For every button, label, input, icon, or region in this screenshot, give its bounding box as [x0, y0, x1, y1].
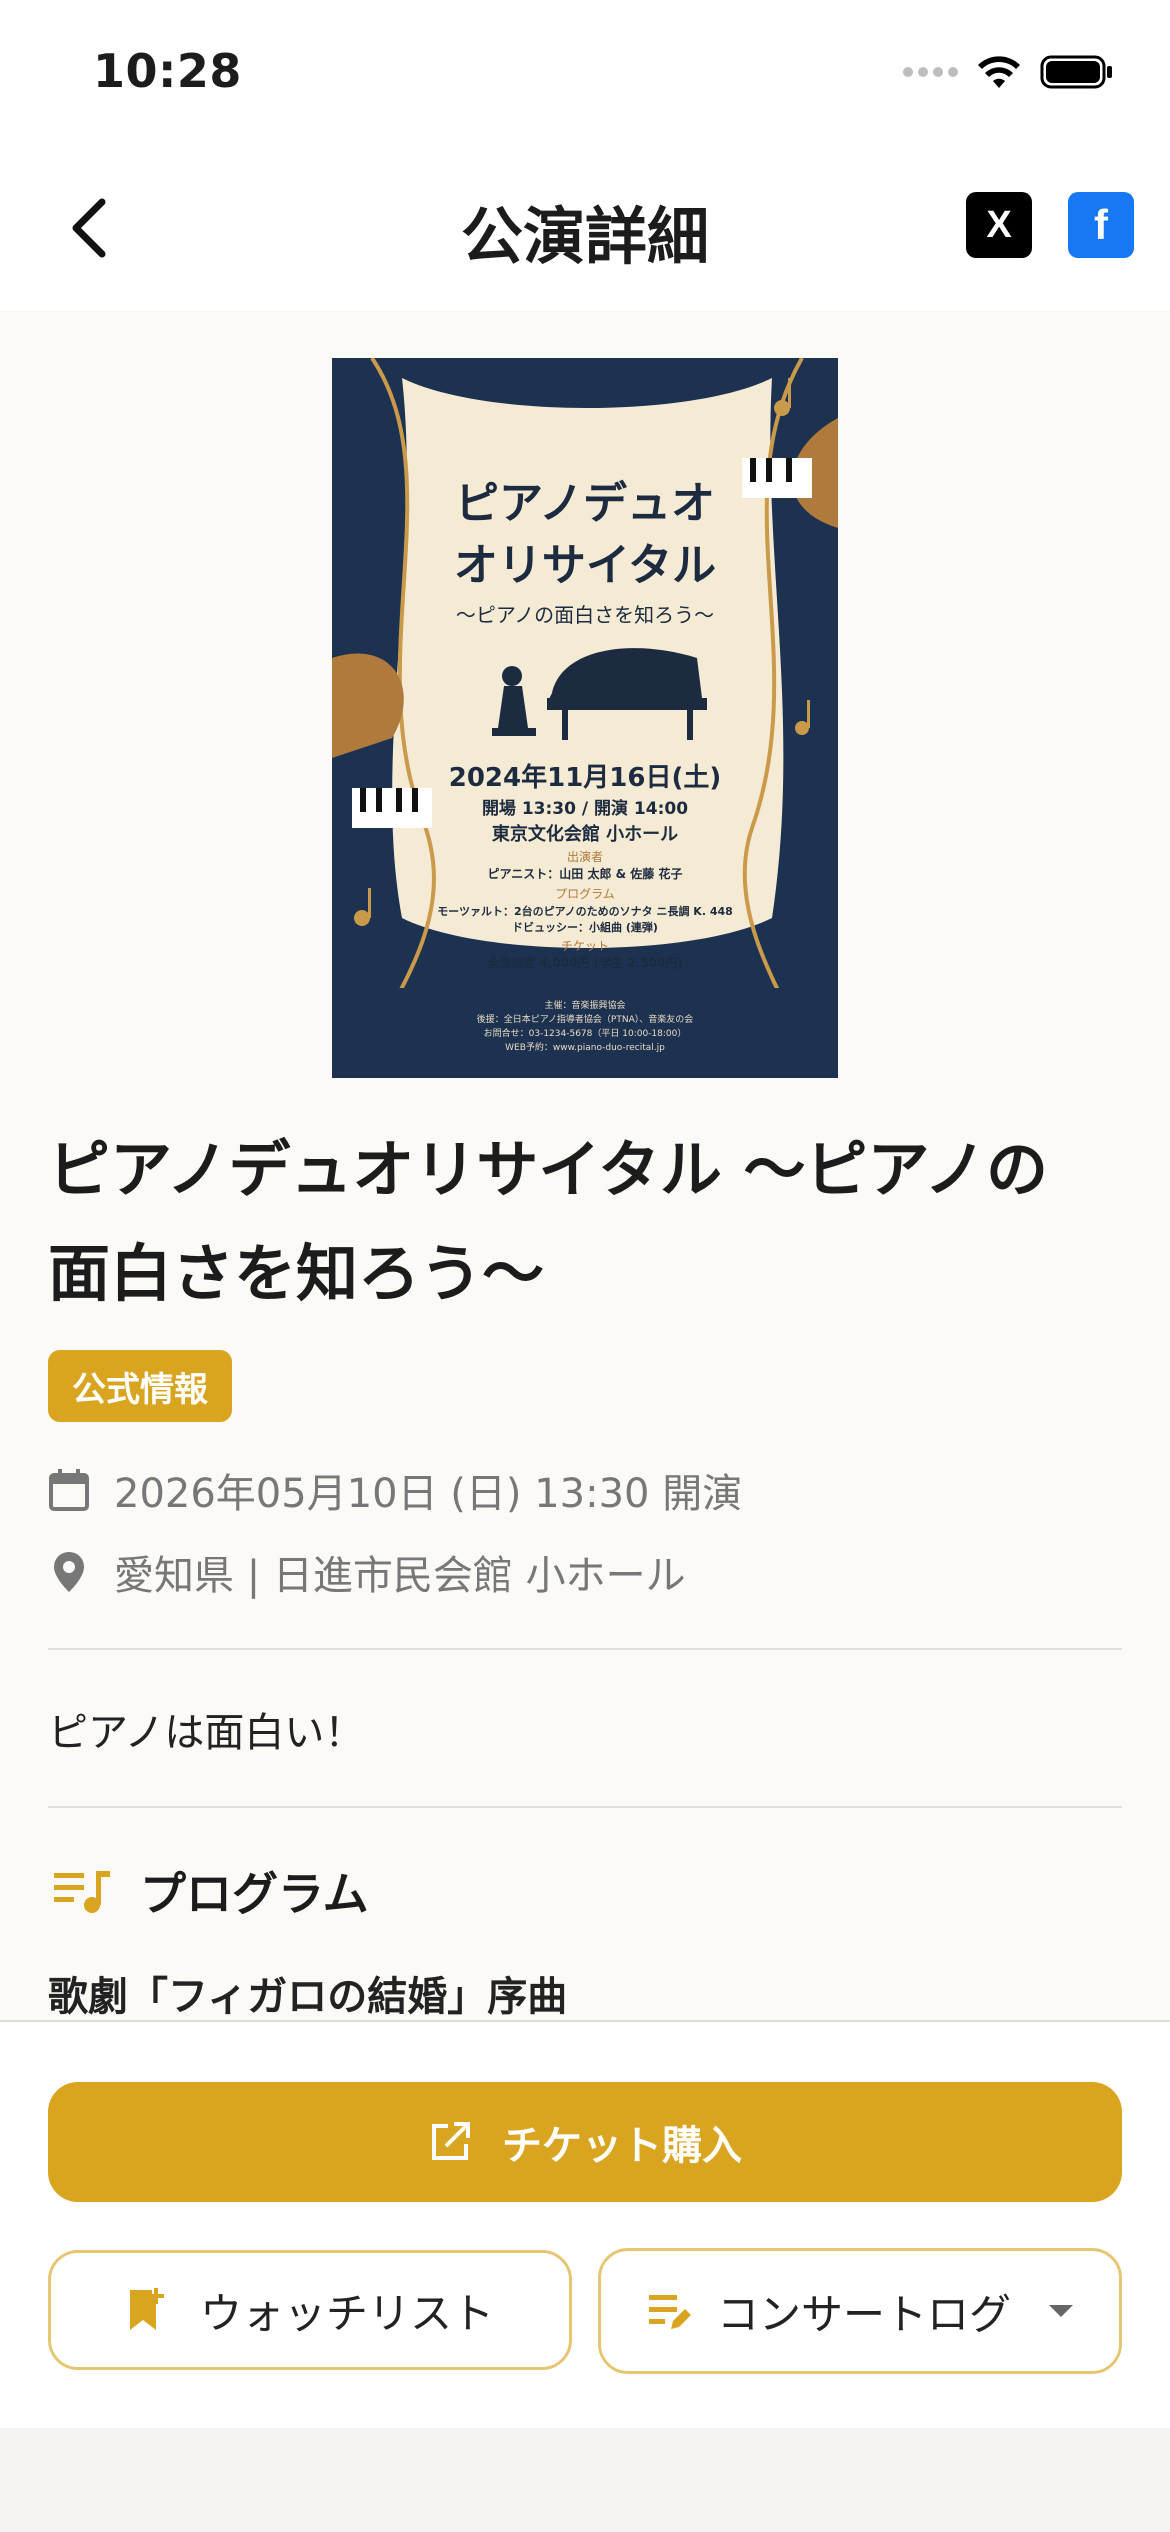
status-icons — [903, 52, 1114, 92]
bottom-action-bar: チケット購入 ウォッチリスト コンサートログ — [0, 2020, 1170, 2428]
official-info-badge: 公式情報 — [48, 1350, 232, 1422]
program-heading: プログラム — [52, 1858, 369, 1924]
status-time: 10:28 — [93, 44, 242, 98]
program-item[interactable]: 歌劇「フィガロの結婚」序曲 — [48, 1964, 567, 2020]
event-title: ピアノデュオリサイタル 〜ピアノの 面白さを知ろう〜 — [48, 1118, 1128, 1326]
external-link-icon — [432, 2122, 470, 2160]
navigation-bar: 公演詳細 X f — [0, 150, 1170, 310]
buy-ticket-button[interactable]: チケット購入 — [48, 2082, 1122, 2202]
poster-times: 開場 13:30 / 開演 14:00 — [482, 798, 688, 819]
poster-subtitle: 〜ピアノの面白さを知ろう〜 — [456, 603, 714, 627]
divider — [48, 1648, 1122, 1650]
event-venue-row: 愛知県 | 日進市民会館 小ホール — [48, 1542, 686, 1602]
wifi-icon — [978, 56, 1020, 88]
poster-program-1: モーツァルト：2台のピアノのためのソナタ ニ長調 K. 448 — [437, 904, 733, 918]
poster-footer-4: WEB予約：www.piano-duo-recital.jp — [505, 1041, 665, 1053]
buy-ticket-label: チケット購入 — [502, 2123, 742, 2169]
concert-log-dropdown[interactable]: コンサートログ — [598, 2248, 1122, 2374]
poster-hall: 東京文化会館 小ホール — [492, 823, 678, 845]
concert-log-label: コンサートログ — [716, 2289, 1011, 2339]
event-datetime-row: 2026年05月10日 (日) 13:30 開演 — [48, 1460, 742, 1520]
poster-footer-3: お問合せ：03-1234-5678（平日 10:00-18:00） — [484, 1027, 687, 1039]
caret-down-icon — [1049, 2305, 1073, 2317]
poster-footer-1: 主催：音楽振興協会 — [544, 999, 625, 1011]
program-heading-label: プログラム — [140, 1867, 369, 1921]
event-datetime: 2026年05月10日 (日) 13:30 開演 — [114, 1471, 743, 1517]
event-detail-content[interactable]: ピアノデュオ オリサイタル 〜ピアノの面白さを知ろう〜 2024年11月16日(… — [0, 310, 1170, 2020]
divider — [48, 1806, 1122, 1808]
poster-title-line2: オリサイタル — [454, 540, 716, 591]
poster-performers: ピアニスト：山田 太郎 & 佐藤 花子 — [488, 866, 683, 881]
app-root: 10:28 公演詳細 X f ピアノデュオ オリサイタル 〜ピアノの面白さを知ろ… — [0, 0, 1170, 2532]
battery-icon — [1040, 55, 1112, 89]
watchlist-label: ウォッチリスト — [199, 2288, 494, 2338]
event-poster: ピアノデュオ オリサイタル 〜ピアノの面白さを知ろう〜 2024年11月16日(… — [332, 358, 838, 1078]
calendar-icon — [49, 1469, 89, 1511]
poster-ticket-label: チケット — [561, 939, 609, 953]
signal-icon — [903, 67, 958, 77]
poster-program-2: ドビュッシー：小組曲 (連弾) — [512, 920, 658, 934]
share-x-button[interactable]: X — [966, 192, 1032, 258]
edit-list-icon — [648, 2295, 691, 2329]
poster-date: 2024年11月16日(土) — [449, 762, 722, 793]
event-title-line1: ピアノデュオリサイタル 〜ピアノの — [48, 1133, 1048, 1206]
playlist-icon — [54, 1871, 110, 1913]
poster-footer-2: 後援：全日本ピアノ指導者協会（PTNA）、音楽友の会 — [477, 1013, 694, 1025]
poster-title-line1: ピアノデュオ — [455, 478, 715, 529]
share-facebook-button[interactable]: f — [1068, 192, 1134, 258]
poster-ticket-price: 全席指定 4,000円 (学生 2,500円) — [486, 955, 682, 970]
bookmark-add-icon — [129, 2288, 164, 2330]
poster-program-label: プログラム — [555, 887, 615, 901]
watchlist-button[interactable]: ウォッチリスト — [48, 2250, 572, 2370]
event-description: ピアノは面白い！ — [48, 1710, 365, 1756]
status-bar: 10:28 — [0, 0, 1170, 150]
event-title-line2: 面白さを知ろう〜 — [48, 1237, 545, 1310]
poster-performers-label: 出演者 — [567, 849, 603, 864]
location-pin-icon — [54, 1552, 84, 1592]
event-venue: 愛知県 | 日進市民会館 小ホール — [114, 1553, 686, 1599]
